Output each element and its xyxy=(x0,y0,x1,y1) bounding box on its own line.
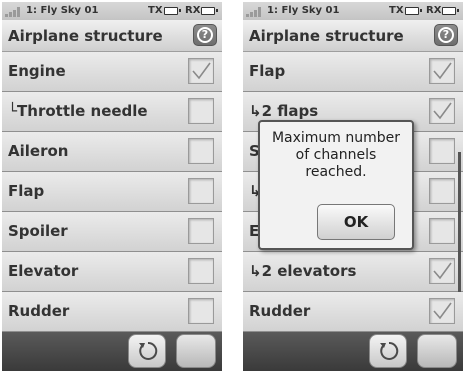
list-item-throttle-needle[interactable]: └Throttle needle xyxy=(2,92,222,132)
rx-battery-icon xyxy=(442,7,459,15)
tx-battery-icon xyxy=(405,7,422,15)
title-bar: Airplane structure ? xyxy=(243,20,463,52)
status-bar: 1: Fly Sky 01 TX RX xyxy=(243,2,463,20)
flap-checkbox[interactable] xyxy=(429,58,455,84)
checkmark-icon xyxy=(433,62,452,80)
left-screen: 1: Fly Sky 01 TX RX Airplane structure ?… xyxy=(2,2,222,371)
rudder-checkbox[interactable] xyxy=(188,298,214,324)
page-title: Airplane structure xyxy=(8,27,163,45)
list-item-label: Aileron xyxy=(8,142,69,160)
model-name: 1: Fly Sky 01 xyxy=(26,5,99,16)
rx-label: RX xyxy=(426,5,442,16)
dialog-message-line: of channels xyxy=(295,147,377,163)
throttle-needle-checkbox[interactable] xyxy=(188,98,214,124)
aileron-checkbox[interactable] xyxy=(188,138,214,164)
dialog-message-line: Maximum number xyxy=(271,130,401,146)
list-item-label: Engine xyxy=(8,62,66,80)
back-rotate-icon xyxy=(380,341,399,360)
scrollbar[interactable] xyxy=(458,152,461,292)
list-item-engine[interactable]: Engine xyxy=(2,52,222,92)
checkmark-icon xyxy=(192,62,211,80)
model-name: 1: Fly Sky 01 xyxy=(267,5,340,16)
list-item-label: Rudder xyxy=(249,302,311,320)
rudder-checkbox[interactable] xyxy=(429,298,455,324)
list-item-label: ↳2 flaps xyxy=(249,102,319,120)
list-item-rudder[interactable]: Rudder xyxy=(2,292,222,332)
checkmark-icon xyxy=(433,102,452,120)
sub-option-checkbox[interactable] xyxy=(429,178,455,204)
bottom-bar xyxy=(243,332,463,371)
back-button[interactable] xyxy=(369,334,407,368)
right-screen: 1: Fly Sky 01 TX RX Airplane structure ?… xyxy=(243,2,463,371)
list-item-label: Rudder xyxy=(8,302,70,320)
rx-label: RX xyxy=(185,5,201,16)
list-item-label: Elevator xyxy=(8,262,79,280)
signal-strength-icon xyxy=(5,6,23,17)
spoiler-checkbox[interactable] xyxy=(429,138,455,164)
help-button[interactable]: ? xyxy=(193,24,217,46)
dialog-message: Maximum number of channels reached. xyxy=(264,130,408,181)
page-title: Airplane structure xyxy=(249,27,404,45)
list-item-flap[interactable]: Flap xyxy=(243,52,463,92)
help-icon: ? xyxy=(438,27,454,43)
next-button[interactable] xyxy=(417,334,457,368)
rx-battery-icon xyxy=(201,7,218,15)
engine-checkbox[interactable] xyxy=(188,58,214,84)
elevator-checkbox[interactable] xyxy=(188,258,214,284)
bottom-bar xyxy=(2,332,222,371)
structure-list: Engine └Throttle needle Aileron Flap Spo… xyxy=(2,52,222,332)
list-item-label: ↳2 elevators xyxy=(249,262,357,280)
help-button[interactable]: ? xyxy=(434,24,458,46)
flap-checkbox[interactable] xyxy=(188,178,214,204)
title-bar: Airplane structure ? xyxy=(2,20,222,52)
tx-battery-icon xyxy=(164,7,181,15)
list-item-label: └Throttle needle xyxy=(8,102,148,120)
list-item-2-elevators[interactable]: ↳2 elevators xyxy=(243,252,463,292)
elevator-checkbox[interactable] xyxy=(429,218,455,244)
list-item-label: Flap xyxy=(8,182,45,200)
alert-dialog: Maximum number of channels reached. OK xyxy=(258,120,414,250)
list-item-spoiler[interactable]: Spoiler xyxy=(2,212,222,252)
list-item-label: Flap xyxy=(249,62,286,80)
status-bar: 1: Fly Sky 01 TX RX xyxy=(2,2,222,20)
ok-button[interactable]: OK xyxy=(317,204,395,240)
signal-strength-icon xyxy=(246,6,264,17)
list-item-aileron[interactable]: Aileron xyxy=(2,132,222,172)
list-item-flap[interactable]: Flap xyxy=(2,172,222,212)
help-icon: ? xyxy=(197,27,213,43)
checkmark-icon xyxy=(433,302,452,320)
spoiler-checkbox[interactable] xyxy=(188,218,214,244)
next-button[interactable] xyxy=(176,334,216,368)
list-item-rudder[interactable]: Rudder xyxy=(243,292,463,332)
tx-label: TX xyxy=(148,5,163,16)
back-rotate-icon xyxy=(139,341,158,360)
list-item-elevator[interactable]: Elevator xyxy=(2,252,222,292)
tx-label: TX xyxy=(389,5,404,16)
checkmark-icon xyxy=(433,262,452,280)
2-flaps-checkbox[interactable] xyxy=(429,98,455,124)
back-button[interactable] xyxy=(128,334,166,368)
2-elevators-checkbox[interactable] xyxy=(429,258,455,284)
list-item-label: Spoiler xyxy=(8,222,68,240)
dialog-message-line: reached. xyxy=(305,164,367,180)
